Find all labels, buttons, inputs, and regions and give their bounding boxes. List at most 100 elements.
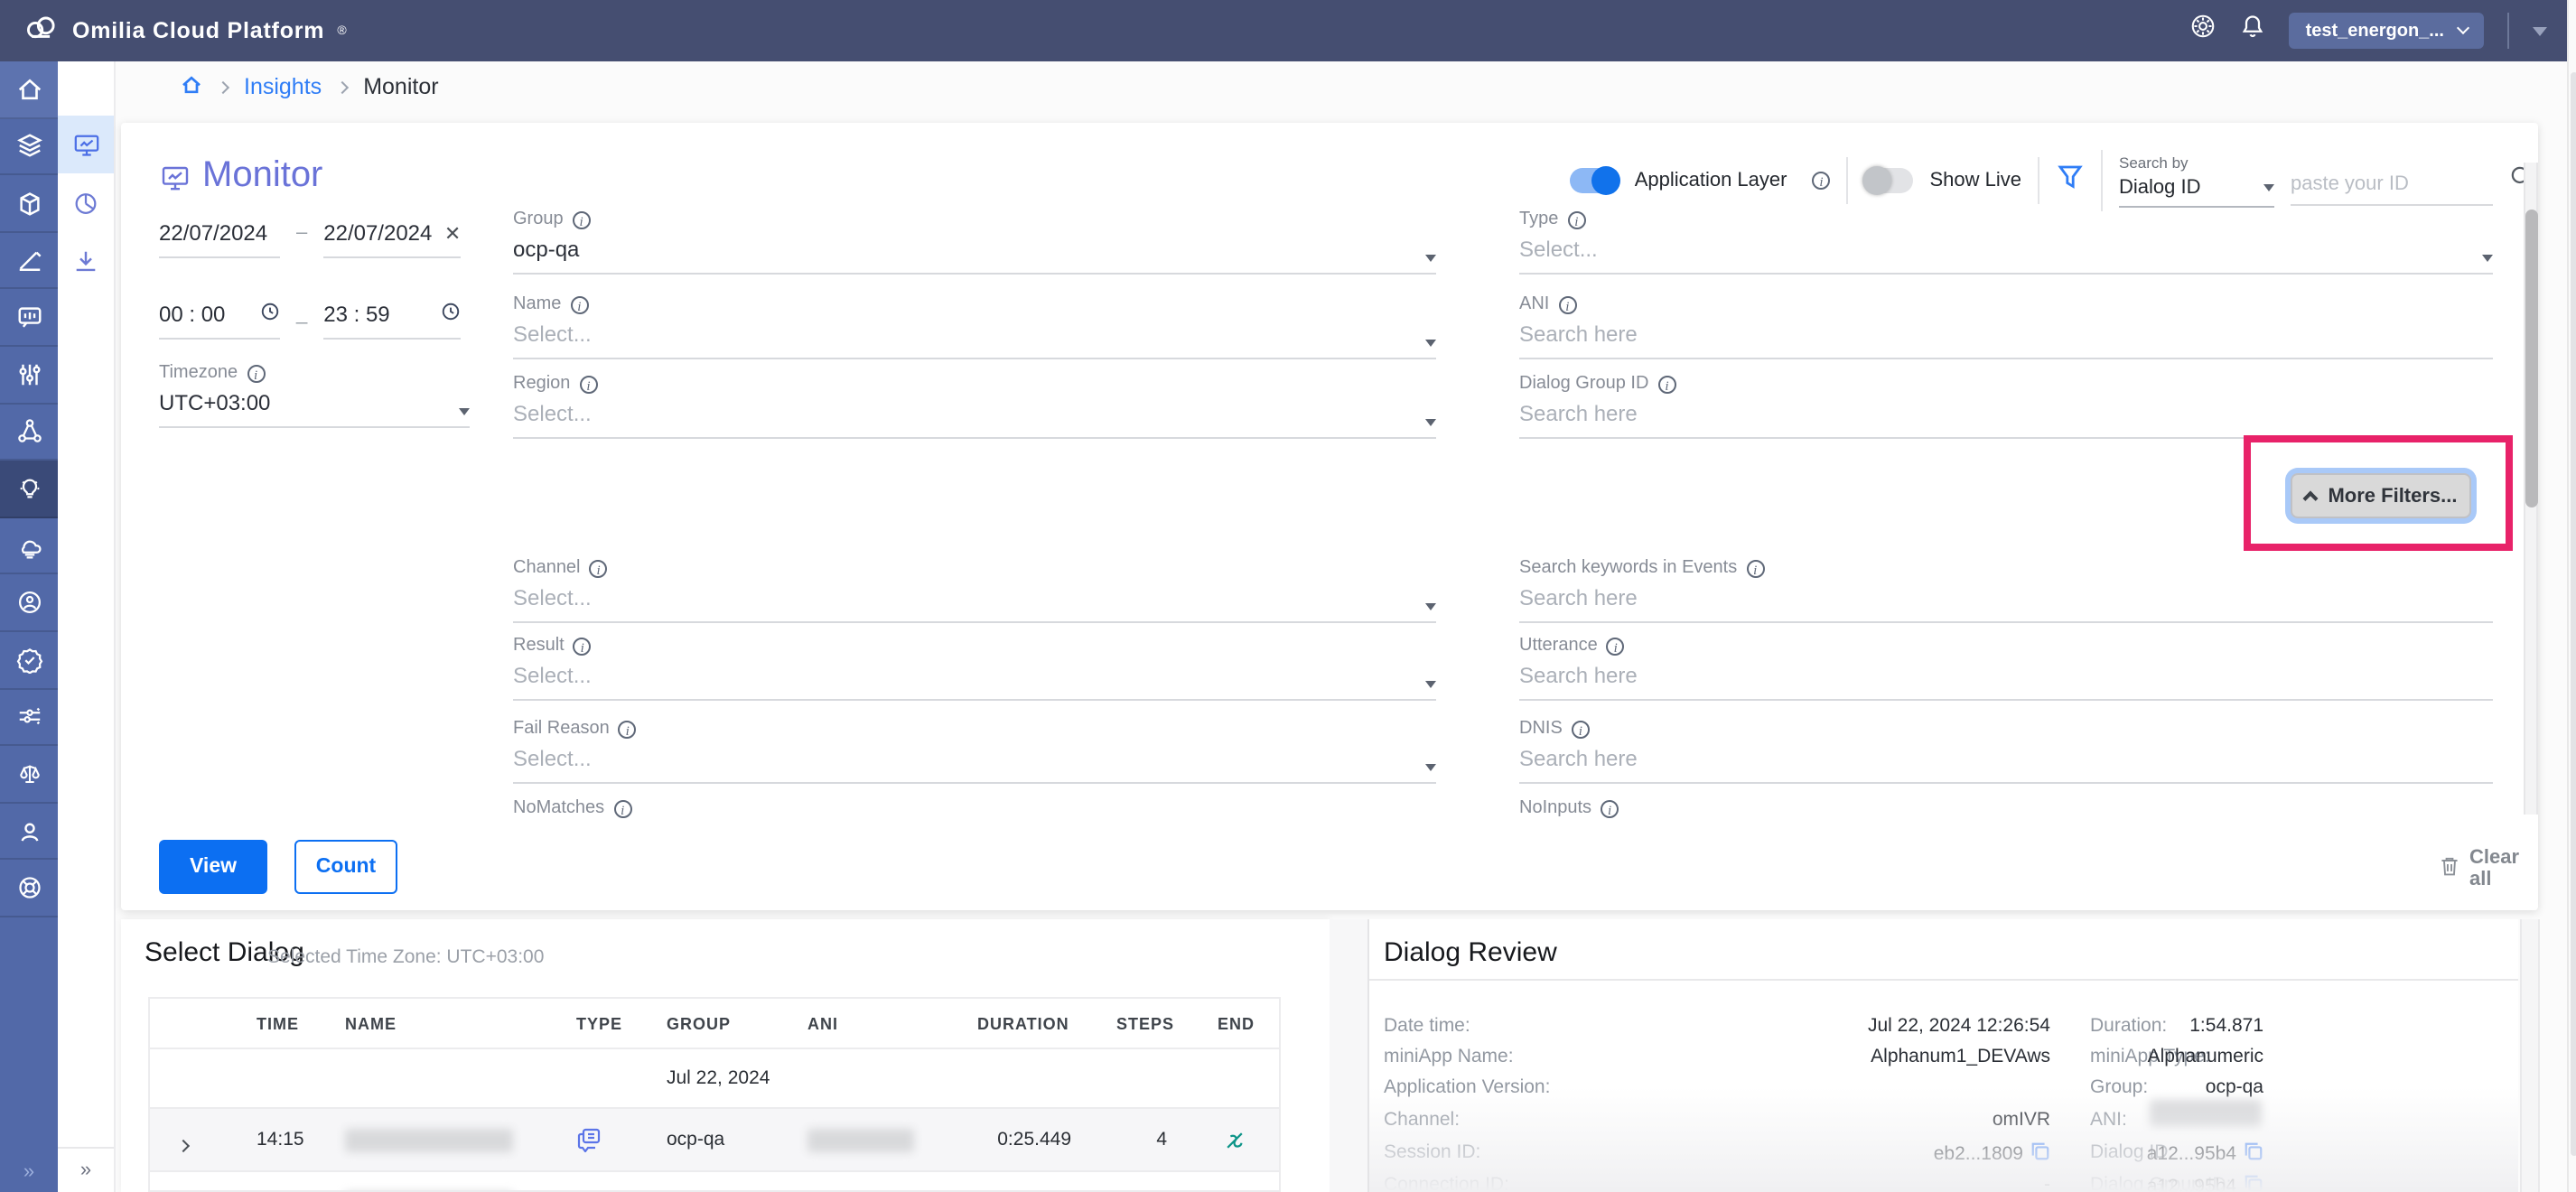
- search-by-select[interactable]: Dialog ID: [2119, 177, 2274, 208]
- search-keywords-input[interactable]: Search here: [1519, 585, 2493, 623]
- subnav-export-download[interactable]: [58, 231, 114, 289]
- gear-icon[interactable]: [2190, 13, 2217, 49]
- sidebar-item-badge-check[interactable]: [0, 632, 58, 689]
- subnav-reports-pie[interactable]: [58, 173, 114, 231]
- divider: [1369, 979, 2518, 981]
- col-ani[interactable]: ANI: [807, 999, 838, 1049]
- breadcrumb-insights[interactable]: Insights: [244, 74, 322, 99]
- info-icon: i: [573, 210, 591, 228]
- info-icon: i: [1567, 210, 1585, 228]
- group-select[interactable]: ocp-qa: [513, 237, 1436, 275]
- sidebar-item-ruler[interactable]: [0, 233, 58, 290]
- expand-row-icon[interactable]: [177, 1140, 190, 1152]
- subsidebar-collapse-icon[interactable]: »: [58, 1147, 114, 1192]
- dialog-group-id-input[interactable]: Search here: [1519, 401, 2493, 439]
- sidebar-item-cloud-stack[interactable]: [0, 518, 58, 575]
- col-steps[interactable]: STEPS: [1116, 999, 1174, 1049]
- dnis-input[interactable]: Search here: [1519, 746, 2493, 784]
- sidebar-item-gear-user[interactable]: [0, 575, 58, 632]
- info-icon: i: [574, 637, 592, 655]
- chevron-down-icon: [2457, 22, 2469, 34]
- sidebar-item-package[interactable]: [0, 175, 58, 232]
- app-window: Omilia Cloud Platform ® test_energon_...: [0, 0, 2576, 1192]
- col-group[interactable]: GROUP: [667, 999, 731, 1049]
- end-hangup-icon: [1223, 1129, 1246, 1158]
- show-live-label: Show Live: [1929, 170, 2021, 191]
- show-live-toggle[interactable]: [1864, 168, 1913, 193]
- timezone-select[interactable]: UTC+03:00: [159, 390, 470, 428]
- subnav-monitor[interactable]: [58, 116, 114, 173]
- filter-panel-scrollbar-thumb[interactable]: [2525, 210, 2537, 508]
- sidebar-item-scales[interactable]: [0, 746, 58, 803]
- ani-input[interactable]: Search here: [1519, 321, 2493, 359]
- row-group: ocp-qa: [667, 1109, 724, 1172]
- region-select[interactable]: Select...: [513, 401, 1436, 439]
- type-select[interactable]: Select...: [1519, 237, 2493, 275]
- view-button[interactable]: View: [159, 840, 267, 894]
- table-header-row: TIME NAME TYPE GROUP ANI DURATION STEPS …: [150, 999, 1279, 1049]
- clock-icon[interactable]: [441, 302, 461, 327]
- channel-select[interactable]: Select...: [513, 585, 1436, 623]
- account-menu-button[interactable]: test_energon_...: [2290, 13, 2484, 49]
- bell-icon[interactable]: [2241, 13, 2266, 49]
- sidebar-item-user[interactable]: [0, 803, 58, 860]
- name-select[interactable]: Select...: [513, 321, 1436, 359]
- group-field: Groupi ocp-qa: [513, 210, 1436, 275]
- more-filters-button[interactable]: More Filters...: [2291, 473, 2471, 518]
- application-layer-toggle[interactable]: [1570, 168, 1619, 193]
- name-field: Namei Select...: [513, 294, 1436, 359]
- dialog-id-input[interactable]: paste your ID: [2291, 173, 2493, 206]
- date-group-label: Jul 22, 2024: [667, 1049, 770, 1109]
- dr-value: eb2...1809: [1384, 1141, 2050, 1167]
- page-scrollbar[interactable]: [2567, 0, 2576, 1192]
- sidebar-item-sliders[interactable]: [0, 347, 58, 404]
- table-row[interactable]: [150, 1172, 1279, 1192]
- selected-timezone-label: Selected Time Zone: UTC+03:00: [267, 946, 544, 968]
- home-icon[interactable]: [181, 73, 202, 100]
- copy-icon[interactable]: [2244, 1174, 2263, 1192]
- sidebar-item-insights[interactable]: [0, 461, 58, 517]
- copy-icon[interactable]: [2244, 1141, 2263, 1167]
- sidebar-collapse-icon[interactable]: »: [0, 1161, 58, 1183]
- dr-value: a12...95b4: [2090, 1141, 2263, 1167]
- fail-reason-select[interactable]: Select...: [513, 746, 1436, 784]
- page-scrollbar-thumb[interactable]: [2570, 72, 2576, 1156]
- sidebar-item-support[interactable]: [0, 861, 58, 917]
- col-duration[interactable]: DURATION: [977, 999, 1069, 1049]
- filter-funnel-icon[interactable]: [2056, 162, 2085, 200]
- result-select[interactable]: Select...: [513, 663, 1436, 701]
- clock-icon[interactable]: [260, 302, 280, 327]
- col-name[interactable]: NAME: [345, 999, 397, 1049]
- sidebar-item-home[interactable]: [0, 61, 58, 118]
- col-time[interactable]: TIME: [257, 999, 299, 1049]
- clear-all-button[interactable]: Clear all: [2439, 847, 2538, 890]
- info-icon: i: [1601, 799, 1619, 817]
- date-from-input[interactable]: 22/07/2024: [159, 220, 280, 258]
- review-scrollbar-track[interactable]: [2520, 919, 2540, 1192]
- col-type[interactable]: TYPE: [576, 999, 622, 1049]
- sidebar-item-chat[interactable]: [0, 290, 58, 347]
- dr-ani-redacted: [2150, 1100, 2262, 1127]
- sidebar-item-circuit[interactable]: [0, 689, 58, 746]
- info-icon: i: [1657, 375, 1675, 393]
- row-duration: 0:25.449: [927, 1109, 1071, 1172]
- select-dialog-panel: Select Dialog Selected Time Zone: UTC+03…: [121, 919, 1330, 1192]
- utterance-input[interactable]: Search here: [1519, 663, 2493, 701]
- table-row[interactable]: 14:15 ocp-qa 0:25.449 4: [150, 1109, 1279, 1172]
- copy-icon[interactable]: [2030, 1141, 2050, 1167]
- chevron-down-icon[interactable]: [2533, 26, 2547, 35]
- dr-value: Jul 22, 2024 12:26:54: [1384, 1015, 2050, 1037]
- sidebar-item-layers[interactable]: [0, 118, 58, 175]
- time-to-input[interactable]: 23 : 59: [323, 302, 461, 340]
- clear-date-icon[interactable]: ✕: [444, 221, 461, 245]
- breadcrumb-monitor: Monitor: [363, 74, 438, 99]
- sidebar-item-network[interactable]: [0, 404, 58, 461]
- count-button[interactable]: Count: [294, 840, 397, 894]
- result-field: Resulti Select...: [513, 636, 1436, 701]
- col-end[interactable]: END: [1218, 999, 1255, 1049]
- time-from-input[interactable]: 00 : 00: [159, 302, 280, 340]
- chevron-down-icon: [1425, 764, 1436, 771]
- primary-sidebar: »: [0, 61, 58, 1192]
- chevron-right-icon: [336, 80, 349, 93]
- date-to-input[interactable]: 22/07/2024 ✕: [323, 220, 461, 258]
